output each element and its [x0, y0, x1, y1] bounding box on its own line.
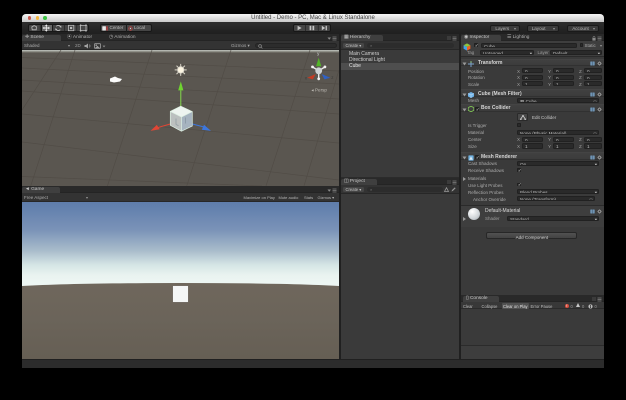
svg-text:◂ Persp: ◂ Persp: [311, 88, 327, 93]
svg-text:y: y: [317, 51, 320, 56]
svg-text:x: x: [305, 75, 308, 80]
svg-text:z: z: [331, 75, 334, 80]
